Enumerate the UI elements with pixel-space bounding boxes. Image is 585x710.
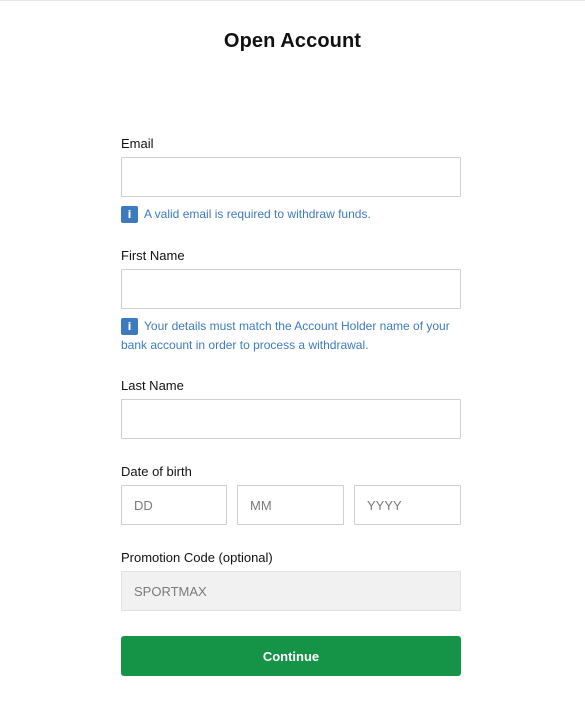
top-divider	[0, 0, 585, 1]
last-name-label: Last Name	[121, 378, 184, 393]
email-hint: i A valid email is required to withdraw f…	[121, 205, 466, 224]
date-of-birth-label: Date of birth	[121, 464, 192, 479]
info-icon: i	[121, 206, 138, 223]
first-name-label: First Name	[121, 248, 185, 263]
email-field[interactable]	[121, 157, 461, 197]
dob-day-field[interactable]	[121, 485, 227, 525]
continue-button[interactable]: Continue	[121, 636, 461, 676]
promo-code-field	[121, 571, 461, 611]
first-name-hint: i Your details must match the Account Hol…	[121, 317, 466, 355]
dob-year-field[interactable]	[354, 485, 461, 525]
first-name-field[interactable]	[121, 269, 461, 309]
promo-code-label: Promotion Code (optional)	[121, 550, 273, 565]
info-icon: i	[121, 318, 138, 335]
last-name-field[interactable]	[121, 399, 461, 439]
page-title: Open Account	[223, 30, 362, 52]
first-name-hint-text: Your details must match the Account Hold…	[121, 319, 450, 352]
email-label: Email	[121, 136, 154, 151]
email-hint-text: A valid email is required to withdraw fu…	[144, 207, 371, 221]
dob-month-field[interactable]	[237, 485, 344, 525]
